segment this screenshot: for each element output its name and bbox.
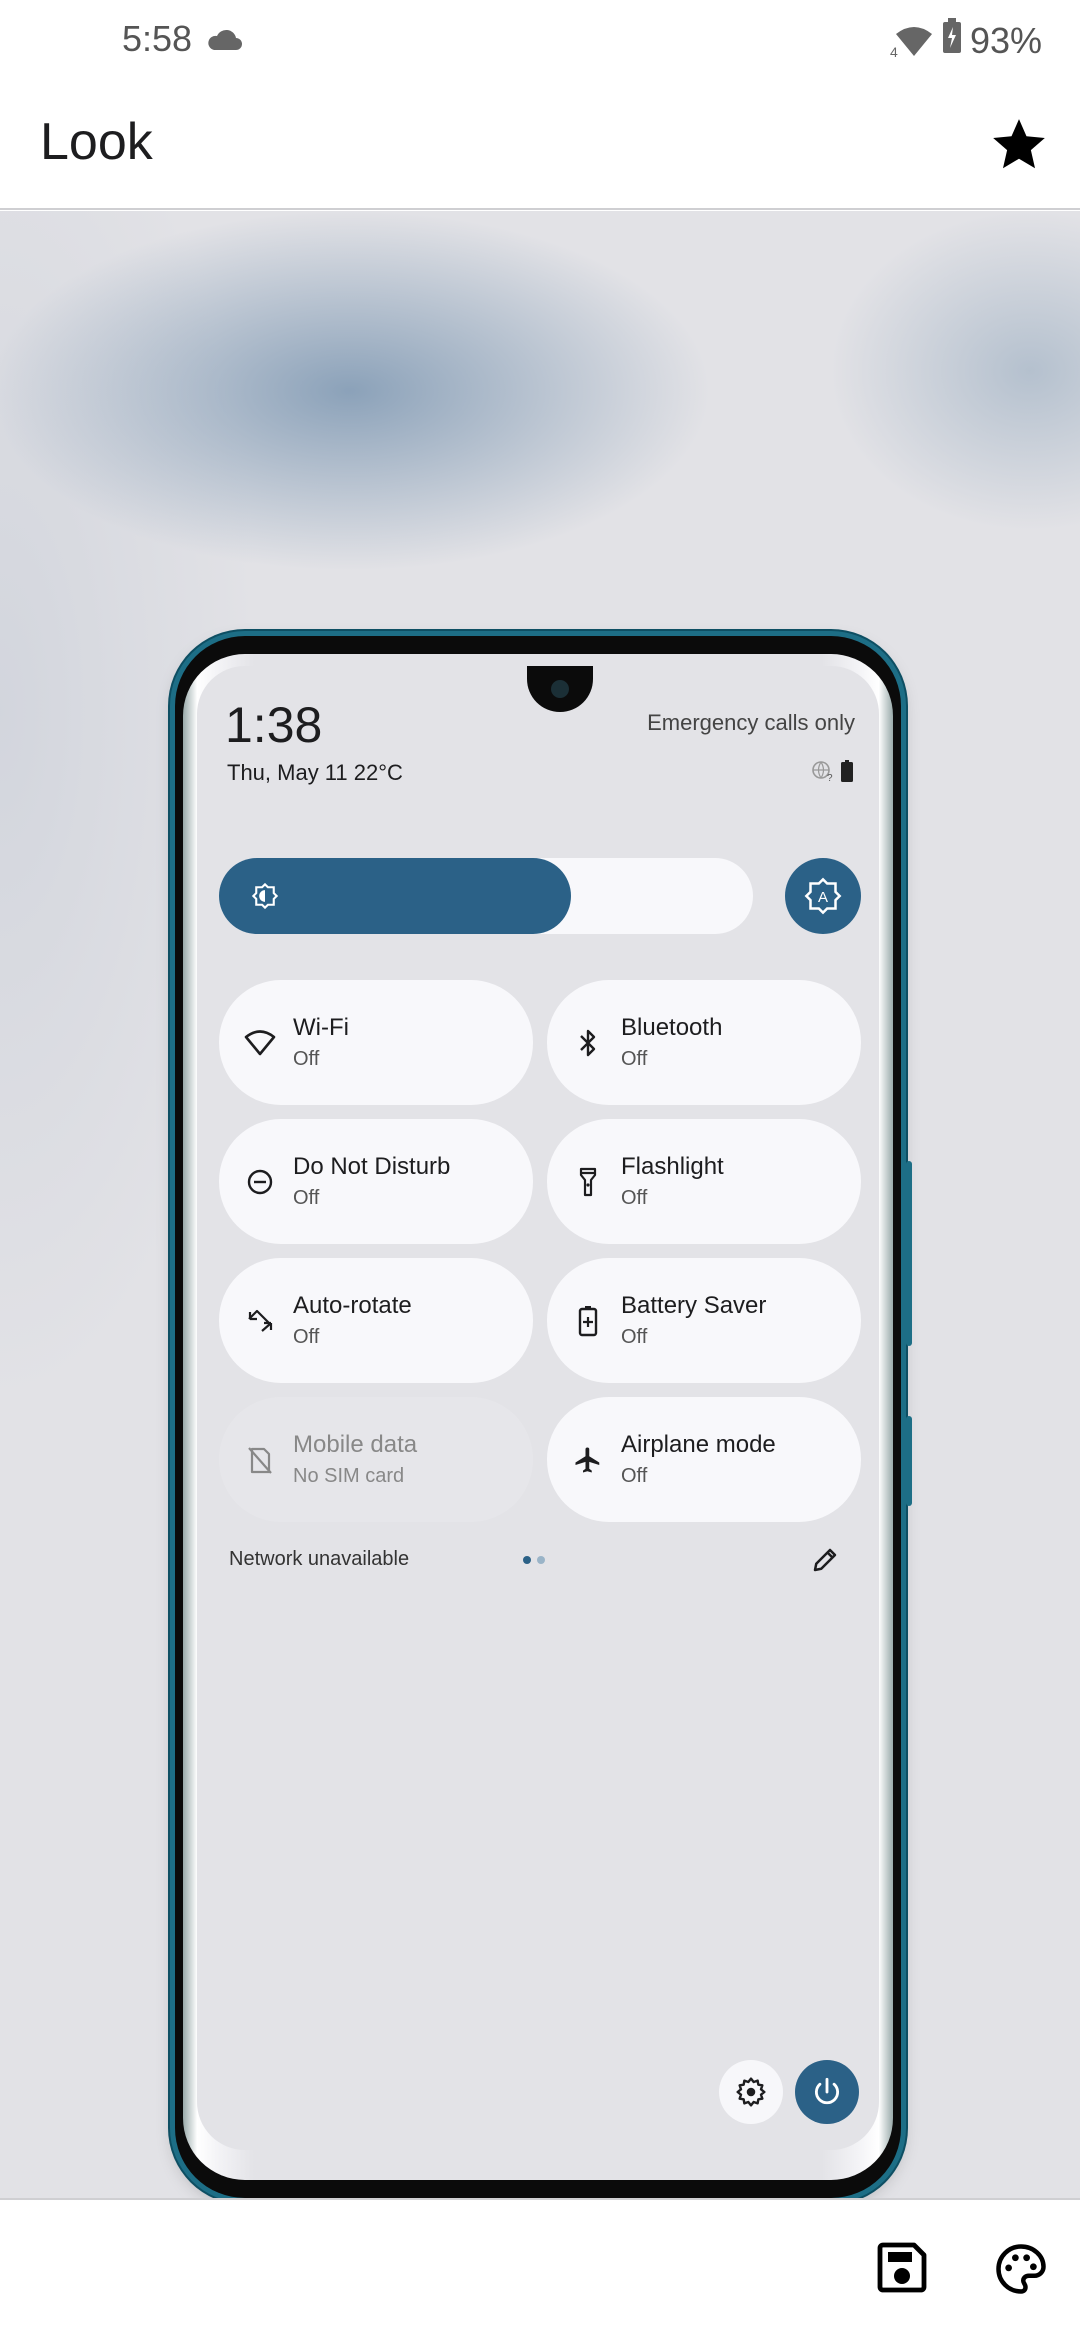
flashlight-icon <box>571 1165 605 1199</box>
auto-brightness-icon: A <box>804 877 842 915</box>
tile-label: Bluetooth <box>621 1014 723 1041</box>
tile-state: Off <box>293 1048 320 1070</box>
tile-label: Mobile data <box>293 1431 418 1458</box>
phone-side-button <box>906 1161 912 1346</box>
status-icons: 4 93% <box>890 18 1042 63</box>
wifi-icon <box>243 1026 277 1060</box>
page-dot-active <box>523 1556 531 1564</box>
camera-notch <box>527 666 593 712</box>
palette-button[interactable] <box>994 2242 1048 2296</box>
tile-state: Off <box>621 1048 648 1070</box>
tile-state: Off <box>621 1187 648 1209</box>
battery-icon <box>841 760 853 782</box>
power-icon <box>814 2077 840 2105</box>
page-indicator <box>523 1556 545 1564</box>
phone-screen: 1:38 Thu, May 11 22°C Emergency calls on… <box>197 666 879 2150</box>
page-dot <box>537 1556 545 1564</box>
bottom-action-bar <box>0 2198 1080 2340</box>
tile-airplane-mode[interactable]: Airplane mode Off <box>547 1397 861 1522</box>
bluetooth-icon <box>571 1026 605 1060</box>
tile-label: Do Not Disturb <box>293 1153 451 1180</box>
phone-side-button <box>906 1416 912 1506</box>
tile-label: Wi-Fi <box>293 1014 349 1041</box>
save-icon <box>877 2242 927 2293</box>
cloud-icon <box>206 26 242 57</box>
quick-settings-tiles: Wi-Fi Off Bluetooth Off Do Not Disturb O… <box>219 980 861 1522</box>
palette-icon <box>996 2244 1046 2294</box>
preview-date-weather: Thu, May 11 22°C <box>227 760 403 785</box>
tile-wifi[interactable]: Wi-Fi Off <box>219 980 533 1105</box>
globe-question-icon: ? <box>812 761 833 782</box>
tile-auto-rotate[interactable]: Auto-rotate Off <box>219 1258 533 1383</box>
tile-mobile-data[interactable]: Mobile data No SIM card <box>219 1397 533 1522</box>
status-time: 5:58 <box>122 18 193 59</box>
wifi-badge: 4 <box>889 43 898 60</box>
phone-mockup: 1:38 Thu, May 11 22°C Emergency calls on… <box>175 636 912 2198</box>
tile-state: Off <box>293 1326 320 1348</box>
tile-state: Off <box>293 1187 320 1209</box>
status-bar: 5:58 4 93% <box>0 0 1080 80</box>
tile-battery-saver[interactable]: Battery Saver Off <box>547 1258 861 1383</box>
tile-label: Battery Saver <box>621 1292 767 1319</box>
preview-settings-button[interactable] <box>719 2060 783 2124</box>
wifi-icon: 4 <box>890 24 934 60</box>
tile-bluetooth[interactable]: Bluetooth Off <box>547 980 861 1105</box>
tile-state: Off <box>621 1465 648 1487</box>
page-title: Look <box>40 113 153 171</box>
favorite-button[interactable] <box>988 114 1050 176</box>
pencil-icon <box>813 1548 837 1572</box>
battery-charging-icon <box>942 18 962 63</box>
network-status-text: Network unavailable <box>229 1548 410 1570</box>
battery-percent: 93% <box>969 19 1042 61</box>
star-icon <box>993 119 1045 169</box>
edit-tiles-button[interactable] <box>807 1542 843 1578</box>
tile-label: Airplane mode <box>621 1431 776 1458</box>
battery-saver-icon <box>571 1304 605 1338</box>
svg-text:A: A <box>818 889 828 906</box>
auto-rotate-icon <box>243 1304 277 1338</box>
preview-status-icons: ? <box>811 760 853 782</box>
quick-settings-footer: Network unavailable <box>229 1540 849 1580</box>
brightness-slider[interactable] <box>219 858 753 934</box>
preview-power-button[interactable] <box>795 2060 859 2124</box>
tile-state: Off <box>621 1326 648 1348</box>
preview-carrier-text: Emergency calls only <box>647 710 855 735</box>
do-not-disturb-icon <box>243 1165 277 1199</box>
save-button[interactable] <box>876 2242 928 2294</box>
app-bar: Look <box>0 80 1080 210</box>
theme-preview-area: 1:38 Thu, May 11 22°C Emergency calls on… <box>0 211 1080 2199</box>
airplane-icon <box>571 1443 605 1477</box>
tile-label: Flashlight <box>621 1153 724 1180</box>
brightness-icon <box>251 882 279 915</box>
preview-clock: 1:38 <box>225 697 323 753</box>
svg-text:?: ? <box>827 773 833 782</box>
no-sim-icon <box>243 1443 277 1477</box>
settings-icon <box>736 2077 766 2107</box>
auto-brightness-button[interactable]: A <box>785 858 861 934</box>
tile-state: No SIM card <box>293 1465 405 1487</box>
tile-flashlight[interactable]: Flashlight Off <box>547 1119 861 1244</box>
tile-do-not-disturb[interactable]: Do Not Disturb Off <box>219 1119 533 1244</box>
tile-label: Auto-rotate <box>293 1292 412 1319</box>
